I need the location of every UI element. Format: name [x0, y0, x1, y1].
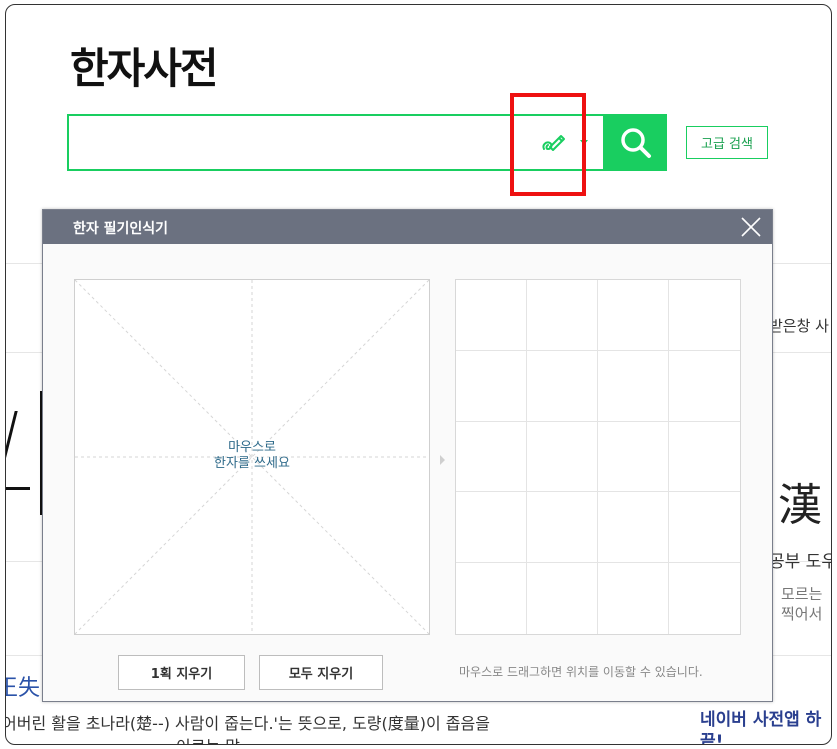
bg-snippet: 찍어서 [781, 605, 823, 623]
highlight-box [510, 93, 586, 196]
bg-divider [772, 263, 831, 264]
bg-snippet: 공부 도우 [769, 552, 832, 572]
result-cell[interactable] [669, 563, 740, 634]
result-cell[interactable] [456, 421, 527, 493]
result-cell[interactable] [456, 350, 527, 422]
page-title: 한자사전 [70, 44, 219, 93]
result-cell[interactable] [456, 563, 527, 634]
app-promo-link[interactable]: 끝! [700, 727, 723, 744]
bg-divider [6, 263, 42, 264]
chevron-right-icon [440, 455, 445, 465]
search-input[interactable] [77, 126, 501, 162]
result-cell[interactable] [669, 351, 740, 422]
bg-definition: 어버린 활을 초나라(楚--) 사람이 줍는다.'는 뜻으로, 도량(度量)이 … [5, 714, 490, 733]
result-cell[interactable] [527, 563, 598, 634]
result-cell[interactable] [669, 422, 740, 493]
result-cell[interactable] [456, 280, 527, 351]
erase-one-stroke-button[interactable]: 1획 지우기 [118, 655, 245, 690]
recognition-results-grid [455, 279, 741, 635]
bg-divider [6, 352, 42, 353]
bg-snippet: 모르는 [781, 585, 823, 603]
browser-frame: 받은창 사 漢 공부 도우 모르는 찍어서 王失 어버린 활을 초나라(楚--)… [5, 4, 832, 745]
close-icon [741, 217, 761, 237]
bg-hanja-char: 漢 [778, 480, 822, 531]
advanced-search-button[interactable]: 고급 검색 [686, 126, 768, 159]
bg-definition: 이르는 말 [176, 733, 240, 744]
result-cell[interactable] [598, 350, 669, 422]
bg-divider [6, 561, 42, 562]
modal-header[interactable]: 한자 필기인식기 [43, 210, 772, 244]
result-cell[interactable] [456, 492, 527, 564]
bg-hanja-glyph-fragment [6, 391, 44, 515]
erase-all-button[interactable]: 모두 지우기 [259, 655, 383, 690]
result-cell[interactable] [527, 492, 598, 564]
result-cell[interactable] [598, 280, 669, 351]
result-cell[interactable] [669, 492, 740, 564]
close-button[interactable] [740, 216, 762, 238]
bg-snippet: 받은창 사 [769, 317, 829, 335]
canvas-hint-line: 한자를 쓰세요 [214, 456, 290, 471]
handwriting-recognizer-modal[interactable]: 한자 필기인식기 마우스로 한자를 쓰세요 1획 지우기 모두 지우기 마우스로… [42, 209, 773, 702]
result-cell[interactable] [669, 280, 740, 351]
result-cell[interactable] [598, 492, 669, 564]
result-cell[interactable] [527, 350, 598, 422]
result-cell[interactable] [598, 563, 669, 634]
bg-divider [772, 352, 831, 353]
result-cell[interactable] [527, 421, 598, 493]
result-cell[interactable] [598, 421, 669, 493]
canvas-hint-line: 마우스로 [228, 440, 276, 455]
search-icon [621, 127, 651, 158]
modal-title: 한자 필기인식기 [73, 221, 169, 237]
search-button[interactable] [605, 114, 667, 171]
canvas-hint: 마우스로 한자를 쓰세요 [75, 440, 429, 472]
result-cell[interactable] [527, 280, 598, 351]
handwriting-canvas[interactable]: 마우스로 한자를 쓰세요 [74, 279, 430, 635]
bg-hanja-link[interactable]: 王失 [6, 670, 40, 702]
drag-help-text: 마우스로 드래그하면 위치를 이동할 수 있습니다. [459, 665, 703, 679]
